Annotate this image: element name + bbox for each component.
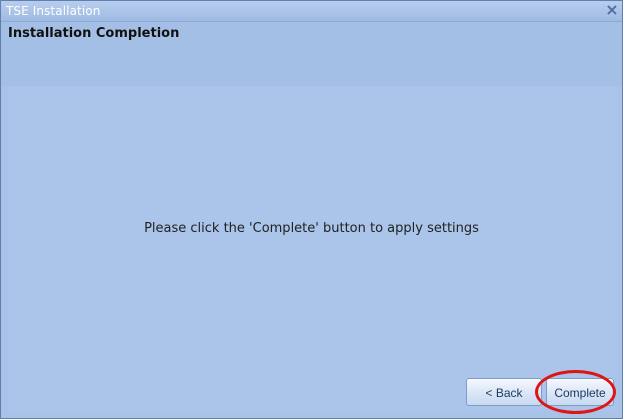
back-button[interactable]: < Back — [466, 378, 542, 406]
page-title: Installation Completion — [8, 26, 180, 41]
header-area: Installation Completion — [1, 22, 622, 86]
instruction-text: Please click the 'Complete' button to ap… — [144, 221, 479, 236]
title-bar[interactable]: TSE Installation × — [1, 1, 622, 22]
main-content: Please click the 'Complete' button to ap… — [8, 86, 615, 411]
installation-window: TSE Installation × Installation Completi… — [0, 0, 623, 419]
complete-button[interactable]: Complete — [546, 378, 614, 406]
close-icon[interactable]: × — [604, 2, 620, 18]
window-title: TSE Installation — [6, 4, 101, 18]
